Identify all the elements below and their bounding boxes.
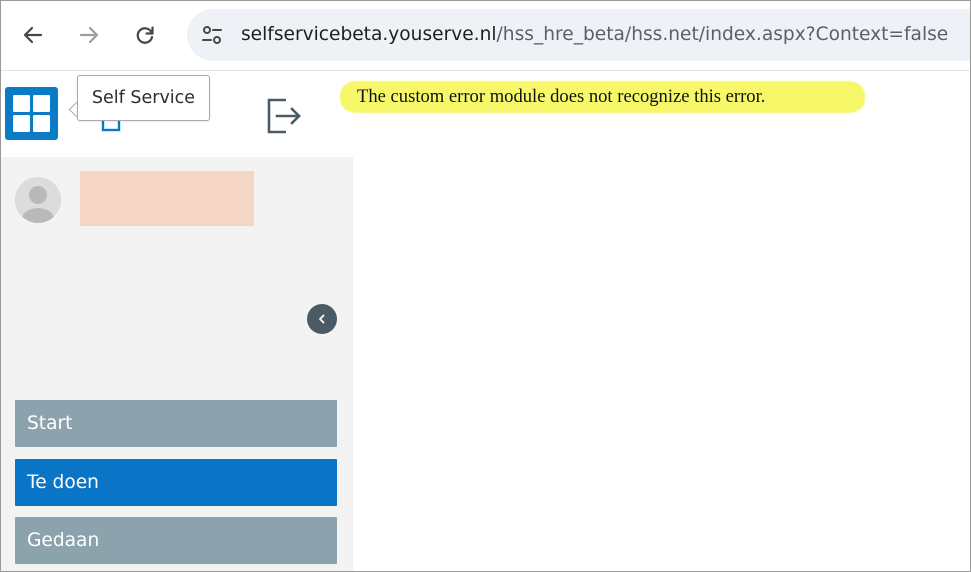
grid-square [33,95,50,112]
grid-square [33,115,50,132]
grid-square [13,115,30,132]
tune-icon[interactable] [196,19,228,51]
address-bar[interactable]: selfservicebeta.youserve.nl/hss_hre_beta… [187,9,970,61]
browser-toolbar: selfservicebeta.youserve.nl/hss_hre_beta… [1,1,970,70]
arrow-right-icon[interactable] [74,20,104,50]
sidebar-item-gedaan[interactable]: Gedaan [15,517,337,564]
url-host: selfservicebeta.youserve.nl [241,24,497,45]
error-message: The custom error module does not recogni… [357,86,766,107]
toolbar-divider [1,70,970,71]
tooltip-label: Self Service [91,88,196,108]
avatar[interactable] [15,177,61,223]
sidebar-item-te-doen[interactable]: Te doen [15,459,337,506]
browser-window: selfservicebeta.youserve.nl/hss_hre_beta… [0,0,971,572]
url-path: /hss_hre_beta/hss.net/index.aspx?Context… [496,24,949,45]
tooltip: Self Service [77,75,210,121]
grid-icon[interactable] [5,87,58,140]
reload-icon[interactable] [130,20,160,50]
chevron-left-icon[interactable] [307,304,337,334]
arrow-left-icon[interactable] [18,20,48,50]
grid-square [13,95,30,112]
url-text[interactable]: selfservicebeta.youserve.nl/hss_hre_beta… [241,23,948,47]
logout-icon[interactable] [266,97,302,135]
sidebar-item-start[interactable]: Start [15,400,337,447]
redacted-user-name [80,171,254,226]
user-icon [15,177,61,223]
